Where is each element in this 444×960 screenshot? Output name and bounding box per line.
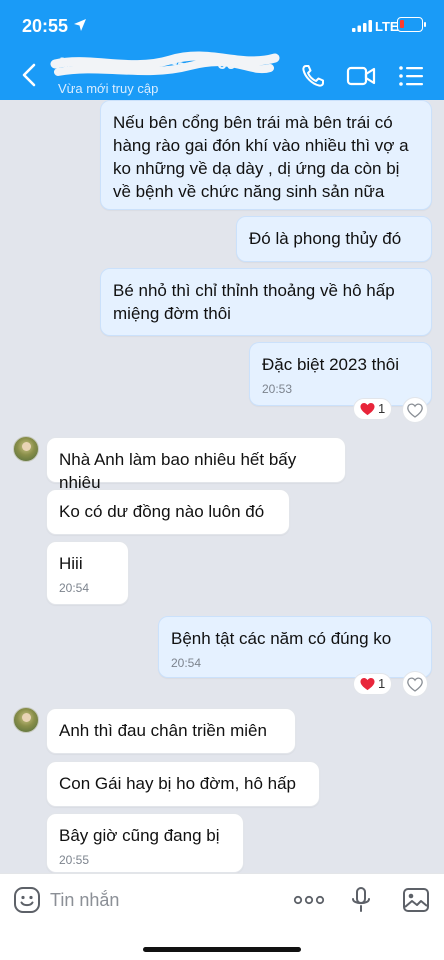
message-bubble-received[interactable]: Bây giờ cũng đang bị 20:55: [46, 813, 244, 873]
message-timestamp: 20:54: [59, 581, 90, 595]
message-text: Nhà Anh làm bao nhiêu hết bấy nhiêu: [59, 450, 297, 492]
contact-avatar[interactable]: [13, 707, 39, 733]
sticker-icon[interactable]: [13, 886, 41, 914]
message-bubble-received[interactable]: Ko có dư đồng nào luôn đó: [46, 489, 290, 535]
back-icon[interactable]: [20, 62, 42, 88]
message-bubble-sent[interactable]: Nếu bên cổng bên trái mà bên trái có hàn…: [100, 100, 432, 210]
video-call-icon[interactable]: [346, 64, 376, 88]
image-icon[interactable]: [402, 887, 430, 913]
message-bubble-sent[interactable]: Đặc biệt 2023 thôi 20:53: [249, 342, 432, 406]
status-time: 20:55: [22, 16, 69, 36]
message-timestamp: 20:53: [262, 382, 293, 396]
like-button[interactable]: [402, 671, 428, 697]
message-input-bar: [0, 873, 444, 960]
like-button[interactable]: [402, 397, 428, 423]
call-icon[interactable]: [300, 63, 326, 89]
message-bubble-sent[interactable]: Bé nhỏ thì chỉ thỉnh thoảng về hô hấp mi…: [100, 268, 432, 336]
message-timestamp: 20:54: [171, 656, 202, 670]
message-bubble-sent[interactable]: Bệnh tật các năm có đúng ko 20:54: [158, 616, 432, 678]
reaction-count: 1: [378, 676, 386, 691]
message-bubble-received[interactable]: Hiii 20:54: [46, 541, 129, 605]
battery-icon: [397, 17, 426, 32]
last-seen-status: Vừa mới truy cập: [58, 81, 159, 96]
message-text: Con Gái hay bị ho đờm, hô hấp: [59, 774, 297, 793]
reaction-count: 1: [378, 401, 386, 416]
reaction-badge[interactable]: 1: [353, 673, 393, 695]
message-text: Anh thì đau chân triền miên: [59, 721, 267, 740]
heart-icon: [360, 403, 375, 416]
message-text: Ko có dư đồng nào luôn đó: [59, 502, 265, 521]
message-bubble-received[interactable]: Con Gái hay bị ho đờm, hô hấp: [46, 761, 320, 807]
network-label: LTE: [375, 19, 399, 34]
status-bar: 20:55 LTE: [0, 0, 444, 50]
message-text: Đó là phong thủy đó: [249, 229, 402, 248]
message-bubble-received[interactable]: Anh thì đau chân triền miên: [46, 708, 296, 754]
message-text: Nếu bên cổng bên trái mà bên trái có hàn…: [113, 113, 409, 201]
signal-icon: [352, 20, 372, 32]
mic-icon[interactable]: [350, 886, 372, 914]
reaction-badge[interactable]: 1: [353, 398, 393, 420]
heart-outline-icon: [407, 676, 423, 692]
message-text: Bệnh tật các năm có đúng ko: [171, 629, 392, 648]
heart-icon: [360, 678, 375, 691]
message-timestamp: 20:55: [59, 853, 90, 867]
message-text: Đặc biệt 2023 thôi: [262, 355, 400, 374]
contact-avatar[interactable]: [13, 436, 39, 462]
message-input[interactable]: [50, 884, 270, 916]
message-bubble-received[interactable]: Nhà Anh làm bao nhiêu hết bấy nhiêu: [46, 437, 346, 492]
message-text: Hiii: [59, 554, 83, 573]
heart-outline-icon: [407, 402, 423, 418]
menu-icon[interactable]: [398, 64, 424, 88]
message-text: Bây giờ cũng đang bị: [59, 826, 220, 845]
home-indicator: [143, 947, 301, 952]
message-text: Bé nhỏ thì chỉ thỉnh thoảng về hô hấp mi…: [113, 281, 395, 323]
location-arrow-icon: [74, 19, 86, 31]
more-icon[interactable]: [293, 890, 325, 910]
message-bubble-sent[interactable]: Đó là phong thủy đó: [236, 216, 432, 262]
chat-header: 20:55 LTE A~~~~~~~~~~~~~~~69 Vừa mới tru…: [0, 0, 444, 100]
